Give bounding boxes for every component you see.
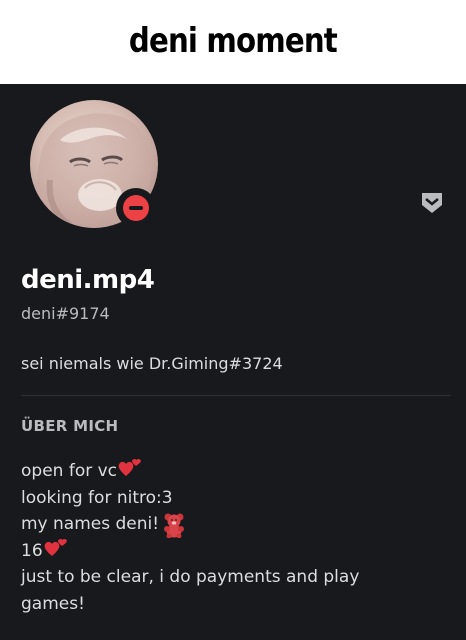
about-me-text: open for vc looking for nitro:3 my names… xyxy=(21,458,441,617)
caption-text: deni moment xyxy=(129,21,338,61)
about-line-text: open for vc xyxy=(21,461,118,481)
status-indicator xyxy=(116,188,156,228)
about-line: games! xyxy=(21,591,441,618)
username: deni.mp4 xyxy=(21,265,155,295)
two-hearts-icon xyxy=(44,538,67,556)
about-line-text: looking for nitro:3 xyxy=(21,487,173,508)
two-hearts-icon xyxy=(118,459,141,477)
about-line-text: just to be clear, i do payments and play xyxy=(21,567,360,587)
meme-caption: deni moment xyxy=(0,0,466,84)
teddy-bear-icon xyxy=(164,513,185,539)
custom-status: sei niemals wie Dr.Giming#3724 xyxy=(21,354,283,373)
about-line: my names deni! xyxy=(21,511,441,539)
about-line: 16 xyxy=(21,538,441,565)
profile-popout: deni.mp4 deni#9174 sei niemals wie Dr.Gi… xyxy=(0,84,466,640)
user-tag: deni#9174 xyxy=(21,304,110,323)
do-not-disturb-icon xyxy=(123,195,149,221)
about-me-title: ÜBER MICH xyxy=(21,417,119,435)
hypesquad-badge-icon[interactable] xyxy=(421,191,443,215)
about-line-text: 16 xyxy=(21,540,43,561)
about-line-text: my names deni! xyxy=(21,514,160,534)
avatar[interactable] xyxy=(30,100,158,228)
about-line: open for vc xyxy=(21,458,441,485)
about-line: looking for nitro:3 xyxy=(21,485,441,512)
about-line-text: games! xyxy=(21,593,85,614)
divider xyxy=(21,395,451,396)
about-line: just to be clear, i do payments and play xyxy=(21,564,441,591)
